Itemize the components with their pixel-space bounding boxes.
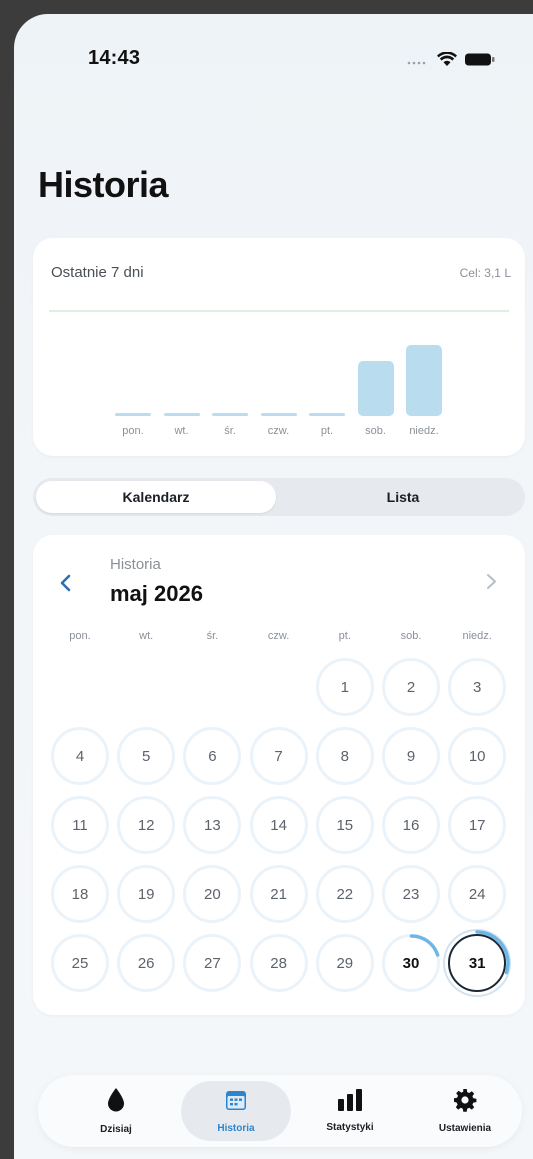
- status-time: 14:43: [88, 47, 141, 69]
- weekday-label: śr.: [206, 630, 219, 642]
- calendar-day[interactable]: 23: [382, 865, 440, 923]
- calendar-day[interactable]: 9: [382, 727, 440, 785]
- weekday-label: pon.: [69, 630, 91, 642]
- day-bar: [115, 413, 151, 416]
- calendar-card: Historia maj 2026 pon. wt. śr. czw. pt. sob. n…: [33, 535, 525, 1015]
- day-bar: [163, 413, 200, 416]
- tab-label: Historia: [217, 1123, 255, 1134]
- weekday-label: czw.: [267, 630, 290, 642]
- wifi-icon: [437, 51, 457, 72]
- tab-historia[interactable]: Historia: [181, 1081, 291, 1141]
- day-bar-label: niedz.: [409, 425, 439, 437]
- tab-label: Dzisiaj: [100, 1124, 132, 1135]
- tab-dzisiaj[interactable]: Dzisiaj: [61, 1081, 171, 1141]
- tab-label: Ustawienia: [438, 1123, 492, 1134]
- phone-screen: 14:43 Historia Ostatnie 7 dni Cel: 3,1 L…: [14, 14, 533, 1159]
- calendar-day[interactable]: 21: [249, 865, 308, 923]
- calendar-day[interactable]: 8: [315, 727, 374, 785]
- bar-chart-icon: [337, 1089, 363, 1116]
- calendar-icon: [224, 1088, 248, 1117]
- status-icons: [407, 51, 495, 72]
- status-bar: 14:43: [14, 14, 533, 94]
- calendar-day[interactable]: 13: [183, 796, 242, 854]
- page-title: Historia: [38, 164, 169, 205]
- signal-icon: [407, 53, 429, 71]
- tab-ustawienia[interactable]: Ustawienia: [410, 1081, 520, 1141]
- calendar-day[interactable]: 31: [448, 934, 507, 992]
- calendar-day[interactable]: 29: [315, 934, 374, 992]
- calendar-day[interactable]: 5: [117, 727, 176, 785]
- next-month-button[interactable]: [486, 570, 497, 596]
- calendar-month: maj 2026: [110, 581, 203, 606]
- tab-label: Statystyki: [326, 1122, 374, 1133]
- calendar-day[interactable]: 11: [51, 796, 109, 854]
- calendar-day[interactable]: 6: [183, 727, 242, 785]
- calendar-day[interactable]: 30: [382, 934, 440, 992]
- tab-calendar[interactable]: Kalendarz: [36, 481, 276, 513]
- weekday-label: wt.: [139, 630, 154, 642]
- calendar-day[interactable]: 1: [315, 658, 374, 716]
- calendar-day[interactable]: 4: [51, 727, 109, 785]
- calendar-day[interactable]: 25: [51, 934, 109, 992]
- calendar-day[interactable]: 20: [183, 865, 242, 923]
- calendar-day[interactable]: 16: [382, 796, 440, 854]
- calendar-day[interactable]: 14: [249, 796, 308, 854]
- calendar-day[interactable]: 26: [117, 934, 176, 992]
- day-bar: [309, 413, 345, 416]
- calendar-day[interactable]: 22: [315, 865, 374, 923]
- tab-list[interactable]: Lista: [285, 481, 521, 513]
- day-bar: [260, 413, 297, 416]
- day-bar: [212, 413, 248, 416]
- view-toggle: Kalendarz Lista: [33, 478, 525, 516]
- drop-icon: [106, 1087, 126, 1118]
- tab-bar: Dzisiaj Historia Statystyki Ustawienia: [38, 1075, 522, 1147]
- weekday-label: pt.: [338, 630, 351, 642]
- calendar-day[interactable]: 24: [448, 865, 507, 923]
- calendar-day[interactable]: 18: [51, 865, 109, 923]
- weekday-label: sob.: [400, 630, 422, 642]
- weekly-bars: pon. wt. śr. czw. pt. sob. niedz.: [33, 238, 525, 456]
- tab-statystyki[interactable]: Statystyki: [295, 1081, 405, 1141]
- calendar-day[interactable]: 28: [249, 934, 308, 992]
- battery-icon: [465, 53, 495, 71]
- calendar-day[interactable]: 10: [448, 727, 507, 785]
- weekly-summary-card: Ostatnie 7 dni Cel: 3,1 L pon. wt. śr. czw.…: [33, 238, 525, 456]
- calendar-day[interactable]: 17: [448, 796, 507, 854]
- calendar-day[interactable]: 7: [249, 727, 308, 785]
- chevron-right-icon: [487, 574, 496, 589]
- day-bar: [406, 344, 442, 416]
- calendar-day[interactable]: 19: [117, 865, 176, 923]
- previous-month-button[interactable]: [59, 568, 71, 599]
- calendar-day[interactable]: 2: [382, 658, 440, 716]
- calendar-day[interactable]: 27: [183, 934, 242, 992]
- day-bar: [357, 361, 394, 416]
- calendar-subtitle: Historia: [110, 556, 161, 573]
- calendar-day[interactable]: 3: [448, 658, 507, 716]
- chevron-left-icon: [60, 574, 71, 592]
- gear-icon: [453, 1088, 477, 1117]
- calendar-day[interactable]: 12: [117, 796, 176, 854]
- weekday-label: niedz.: [462, 630, 492, 642]
- calendar-day[interactable]: 15: [315, 796, 374, 854]
